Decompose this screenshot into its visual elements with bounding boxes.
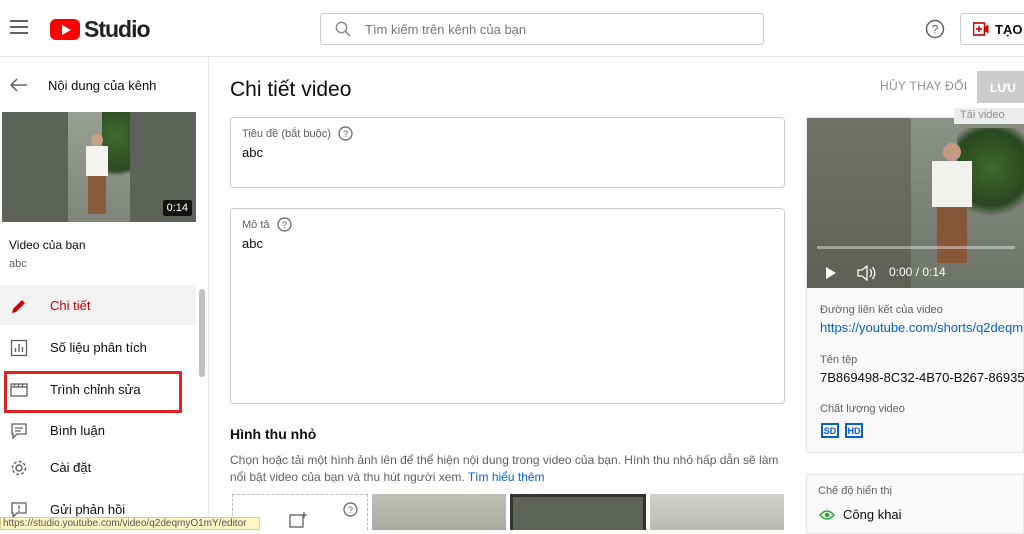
video-add-icon: [973, 22, 989, 36]
undo-changes-button[interactable]: HỦY THAY ĐỔI: [880, 79, 967, 93]
save-button[interactable]: LƯU: [977, 71, 1024, 103]
video-info-card: 0:00 / 0:14 Đường liên kết của video htt…: [806, 117, 1024, 453]
duration-badge: 0:14: [162, 200, 192, 216]
visibility-value: Công khai: [843, 507, 902, 522]
filename-value: 7B869498-8C32-4B70-B267-869353: [820, 370, 1024, 385]
video-thumbnail[interactable]: 0:14: [2, 112, 196, 222]
search-icon: [335, 21, 351, 37]
player-controls: 0:00 / 0:14: [807, 258, 1024, 288]
video-player[interactable]: 0:00 / 0:14: [807, 118, 1024, 288]
search-box[interactable]: [320, 13, 764, 45]
gear-icon: [11, 460, 27, 476]
title-field[interactable]: Tiêu đề (bắt buộc) ? abc: [230, 117, 785, 188]
video-title: Video của bạn: [9, 238, 86, 252]
page-title: Chi tiết video: [230, 78, 352, 101]
svg-text:?: ?: [348, 505, 353, 515]
visibility-label: Chế độ hiển thị: [818, 485, 892, 497]
volume-icon[interactable]: [857, 265, 877, 281]
browser-status-bar: https://studio.youtube.com/video/q2deqmy…: [0, 517, 260, 530]
menu-icon[interactable]: [10, 20, 28, 34]
svg-text:?: ?: [932, 23, 939, 37]
title-label: Tiêu đề (bắt buộc): [242, 127, 331, 140]
search-input[interactable]: [365, 21, 725, 37]
sidebar-item-details[interactable]: Chi tiết: [0, 285, 196, 325]
help-icon[interactable]: ?: [338, 126, 353, 141]
arrow-back-icon: [10, 78, 27, 92]
thumbnail-option[interactable]: [372, 494, 506, 530]
youtube-logo-icon: [50, 19, 80, 40]
highlight-annotation: [4, 371, 182, 413]
sidebar-item-label: Bình luận: [50, 423, 105, 438]
right-panel: HỦY THAY ĐỔI LƯU 0:00 / 0:14 Đường liên …: [790, 57, 1024, 534]
video-link-label: Đường liên kết của video: [820, 304, 943, 316]
sidebar-item-label: Chi tiết: [50, 298, 91, 313]
sidebar-item-label: Số liệu phân tích: [50, 340, 147, 355]
play-icon[interactable]: [825, 266, 837, 280]
description-label: Mô tả: [242, 218, 270, 231]
back-label: Nội dung của kênh: [48, 77, 157, 93]
visibility-card[interactable]: Chế độ hiển thị Công khai: [806, 474, 1024, 534]
thumbnail-section-desc: Chọn hoặc tải một hình ảnh lên để thể hi…: [230, 453, 779, 484]
analytics-icon: [10, 339, 28, 357]
sidebar-item-analytics[interactable]: Số liệu phân tích: [0, 327, 196, 367]
pencil-icon: [12, 300, 25, 313]
video-subtitle: abc: [9, 258, 27, 270]
studio-logo[interactable]: Studio: [50, 16, 151, 43]
video-link[interactable]: https://youtube.com/shorts/q2deqm: [820, 320, 1023, 335]
learn-more-link[interactable]: Tìm hiểu thêm: [468, 470, 545, 484]
add-image-icon: [289, 512, 307, 528]
help-icon[interactable]: ?: [276, 217, 292, 232]
svg-text:?: ?: [282, 220, 287, 230]
quality-hd-badge: HD: [845, 423, 863, 438]
eye-icon: [819, 509, 835, 520]
main-content: Chi tiết video Tiêu đề (bắt buộc) ? abc …: [210, 57, 790, 530]
description-value: abc: [242, 236, 263, 251]
thumbnail-option-selected[interactable]: [510, 494, 646, 530]
sidebar-item-label: Gửi phản hồi: [50, 502, 126, 517]
thumbnail-section-title: Hình thu nhỏ: [230, 426, 317, 442]
comments-icon: [11, 423, 27, 440]
download-tooltip: Tải video: [954, 108, 1024, 124]
logo-text: Studio: [84, 16, 151, 42]
quality-label: Chất lượng video: [820, 403, 905, 415]
top-bar: Studio ? TẠO: [0, 0, 1024, 57]
create-button[interactable]: TẠO: [960, 13, 1024, 45]
filename-label: Tên tệp: [820, 354, 858, 366]
thumbnail-option[interactable]: [650, 494, 784, 530]
player-time: 0:00 / 0:14: [889, 265, 946, 279]
quality-sd-badge: SD: [821, 423, 839, 438]
sidebar-scrollbar[interactable]: [199, 289, 205, 377]
help-icon[interactable]: ?: [343, 502, 358, 517]
svg-text:?: ?: [343, 129, 348, 139]
description-field[interactable]: Mô tả ? abc: [230, 208, 785, 404]
sidebar-item-comments[interactable]: Bình luận: [0, 410, 196, 450]
sidebar-item-label: Cài đặt: [50, 460, 92, 475]
sidebar: Nội dung của kênh 0:14 Video của bạn abc…: [0, 57, 209, 530]
sidebar-item-settings[interactable]: Cài đặt: [0, 447, 196, 487]
title-value: abc: [242, 145, 263, 160]
thumbnail-options: ?: [232, 494, 792, 530]
create-label: TẠO: [995, 21, 1023, 37]
help-icon[interactable]: ?: [925, 19, 945, 39]
back-to-content[interactable]: Nội dung của kênh: [0, 57, 208, 113]
video-progress-bar[interactable]: [817, 246, 1015, 249]
